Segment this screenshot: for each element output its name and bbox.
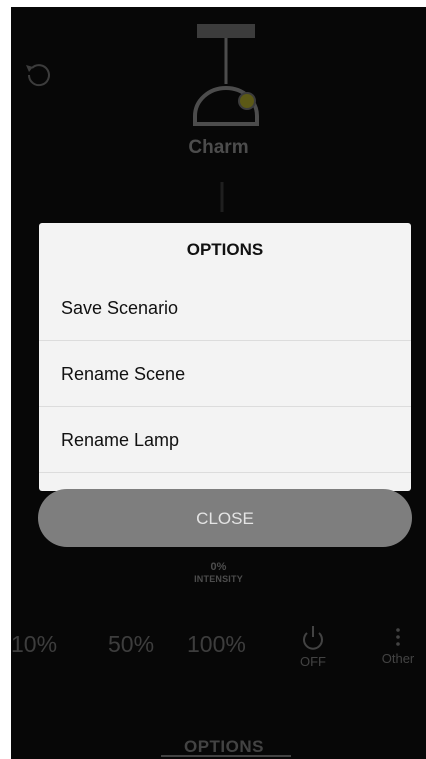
lamp-name: Charm <box>188 137 249 158</box>
intensity-value: 0% <box>210 561 227 573</box>
pendant-lamp-icon <box>193 24 259 126</box>
power-icon <box>303 626 323 650</box>
undo-icon[interactable] <box>23 59 53 89</box>
app-screen: Charm 0% INTENSITY 10% 50% 100% OFF Othe… <box>11 7 426 759</box>
modal-title: OPTIONS <box>186 240 264 259</box>
preset-bar: 10% 50% 100% OFF Other <box>11 625 426 675</box>
close-button[interactable]: CLOSE <box>38 489 412 547</box>
options-tab[interactable]: OPTIONS <box>169 737 279 757</box>
other-button[interactable]: Other <box>373 625 423 666</box>
preset-100-button[interactable]: 100% <box>187 631 246 658</box>
options-modal: OPTIONS Save Scenario Rename Scene Renam… <box>39 223 411 491</box>
intensity-label: INTENSITY <box>194 574 243 584</box>
save-scenario-item[interactable]: Save Scenario <box>39 275 411 341</box>
rename-scene-item[interactable]: Rename Scene <box>39 341 411 407</box>
preset-10-button[interactable]: 10% <box>11 631 57 658</box>
options-tab-underline <box>161 755 291 757</box>
off-button[interactable]: OFF <box>293 625 333 669</box>
rename-lamp-item[interactable]: Rename Lamp <box>39 407 411 473</box>
other-label: Other <box>381 651 415 666</box>
more-vertical-icon <box>396 628 400 646</box>
off-label: OFF <box>300 654 326 669</box>
preset-50-button[interactable]: 50% <box>108 631 154 658</box>
